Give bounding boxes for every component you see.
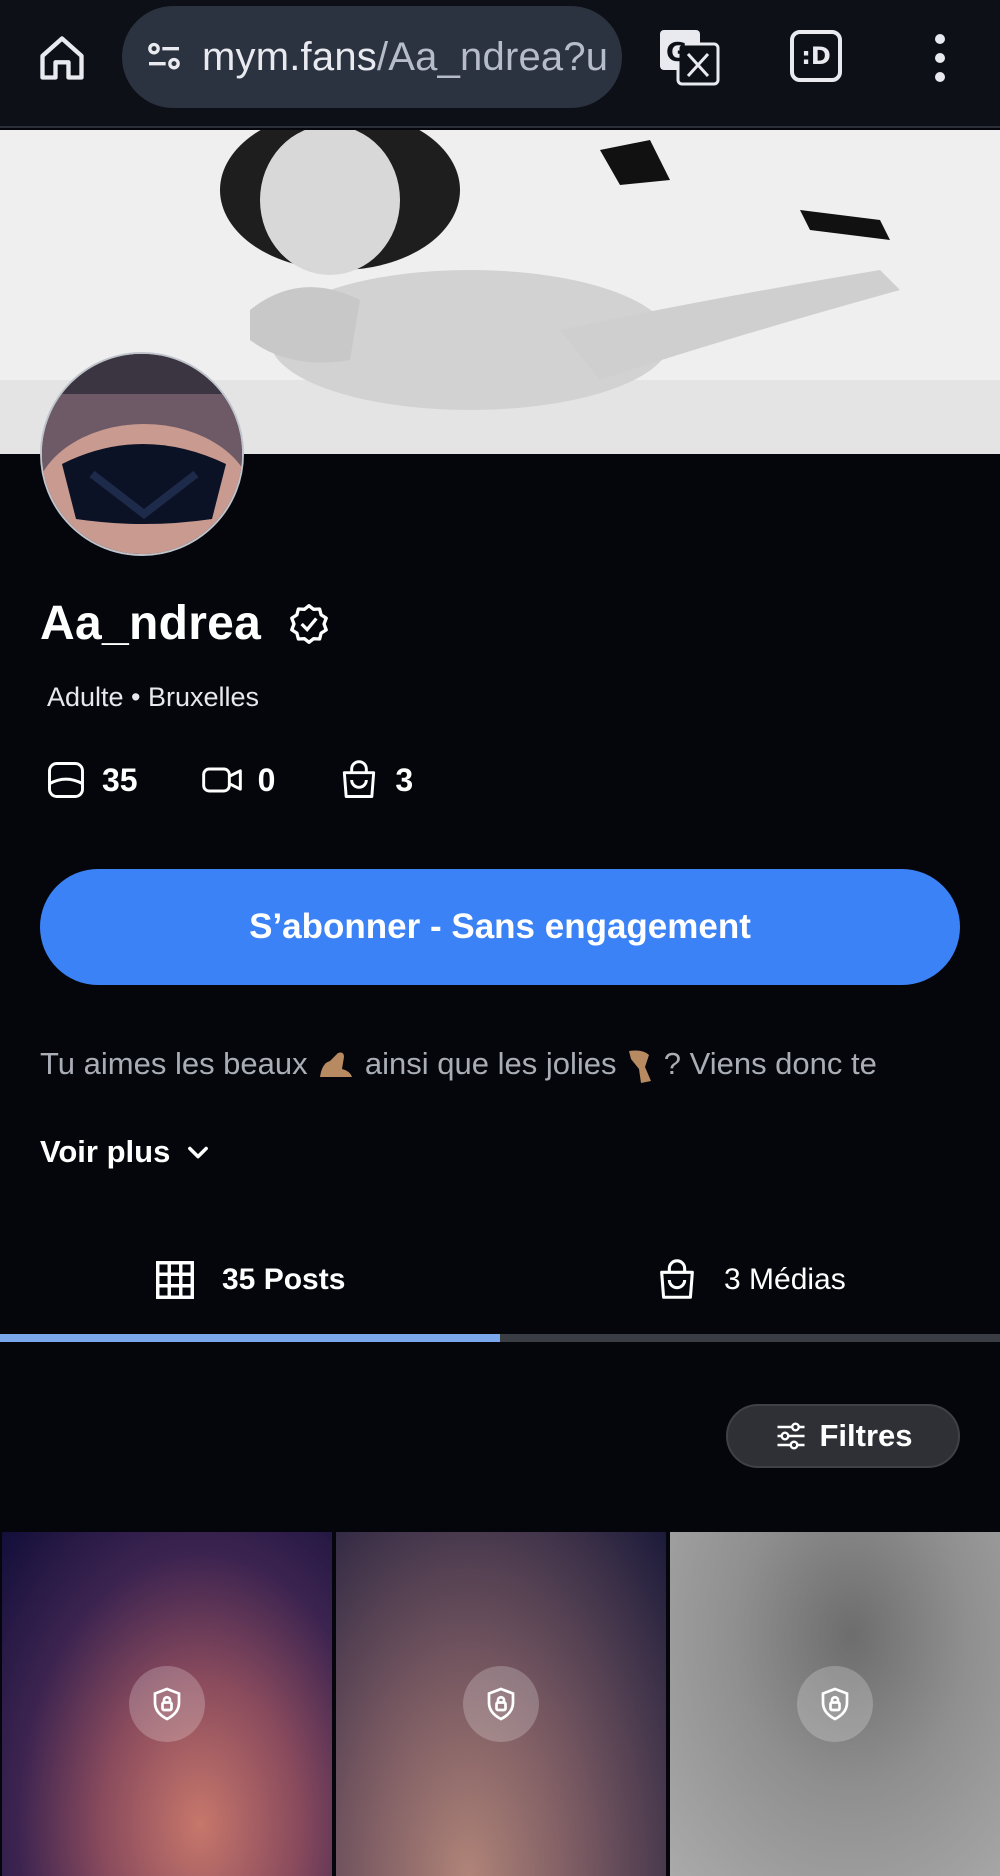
lock-shield-icon: [153, 1687, 181, 1721]
posts-grid: [0, 1532, 1000, 1876]
locked-post[interactable]: [2, 1532, 332, 1876]
sliders-icon: [777, 1422, 805, 1450]
tab-posts[interactable]: 35 Posts: [152, 1230, 345, 1330]
filters-button[interactable]: Filtres: [726, 1404, 960, 1468]
image-post-icon: [48, 762, 84, 798]
svg-text:G: G: [666, 38, 687, 68]
video-icon: [201, 767, 242, 793]
lock-badge: [797, 1666, 873, 1742]
browser-toolbar: mym.fans/Aa_ndrea?u G :D: [0, 0, 1000, 128]
shopping-bag-icon: [343, 760, 376, 798]
site-settings-icon[interactable]: [144, 37, 184, 77]
stat-videos: 0: [200, 758, 276, 802]
locked-post[interactable]: [670, 1532, 1000, 1876]
stat-medias-count: 3: [395, 761, 414, 798]
lock-badge: [129, 1666, 205, 1742]
locked-post[interactable]: [336, 1532, 666, 1876]
verified-badge-icon: [290, 603, 329, 644]
feet-emoji-icon: [320, 1052, 353, 1077]
stat-videos-count: 0: [257, 761, 276, 798]
see-more-button[interactable]: Voir plus: [40, 1134, 212, 1170]
profile-stats: 35 0 3: [44, 758, 475, 802]
leg-emoji-icon: [629, 1050, 652, 1083]
home-button[interactable]: [30, 26, 94, 90]
content-tabs: 35 Posts 3 Médias: [0, 1230, 1000, 1342]
tab-medias[interactable]: 3 Médias: [654, 1230, 846, 1330]
extension-icon: :D: [801, 42, 831, 70]
stat-posts: 35: [44, 758, 138, 802]
chevron-down-icon: [188, 1146, 209, 1159]
extension-button[interactable]: :D: [790, 30, 842, 82]
shopping-bag-icon: [660, 1259, 694, 1299]
bio-truncation-mask: [40, 1090, 1000, 1112]
avatar[interactable]: [40, 352, 244, 556]
home-icon: [40, 36, 84, 80]
url-text: mym.fans/Aa_ndrea?u: [202, 34, 609, 79]
tab-medias-label: 3 Médias: [724, 1263, 846, 1296]
address-bar[interactable]: mym.fans/Aa_ndrea?u: [122, 6, 622, 108]
profile-meta: Adulte • Bruxelles: [47, 682, 260, 712]
stat-medias: 3: [337, 758, 413, 802]
profile-name: Aa_ndrea: [40, 597, 262, 650]
grid-icon: [156, 1261, 194, 1299]
translate-icon[interactable]: G: [658, 28, 720, 86]
lock-shield-icon: [821, 1687, 849, 1721]
subscribe-button[interactable]: S’abonner - Sans engagement: [40, 869, 960, 985]
tab-active-indicator: [0, 1334, 500, 1342]
tab-posts-label: 35 Posts: [222, 1263, 346, 1296]
lock-shield-icon: [487, 1687, 515, 1721]
more-vert-icon[interactable]: [920, 28, 960, 88]
profile-header: Aa_ndrea: [40, 596, 331, 651]
stat-posts-count: 35: [102, 761, 138, 798]
lock-badge: [463, 1666, 539, 1742]
